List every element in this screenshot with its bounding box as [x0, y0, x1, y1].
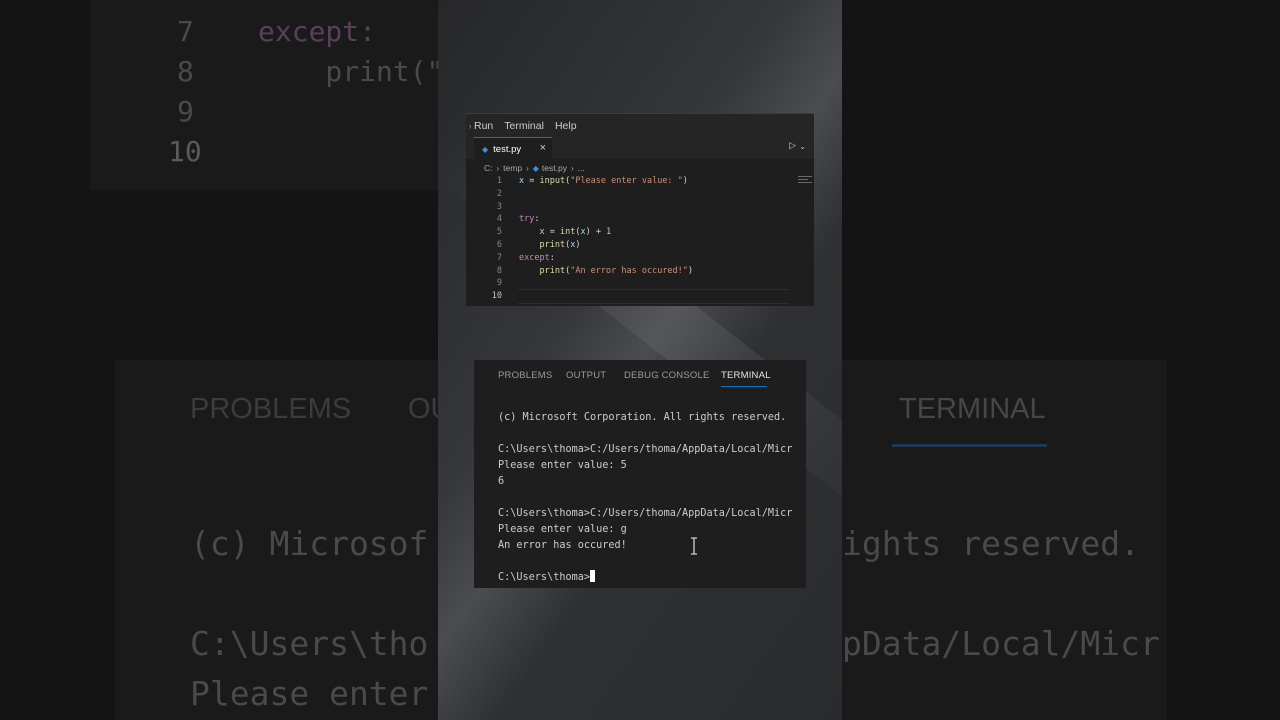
- terminal-cursor: [590, 570, 596, 582]
- line-number: 7: [496, 252, 502, 263]
- bg-line-number: 9: [177, 95, 194, 128]
- breadcrumb-file[interactable]: test.py: [542, 163, 567, 173]
- line-number: 8: [496, 265, 502, 276]
- code-line[interactable]: 4 try:: [466, 213, 814, 226]
- code-text: try:: [519, 214, 540, 225]
- background-right: TERMINAL ights reserved. pData/Local/Mic…: [842, 0, 1280, 720]
- tab-output[interactable]: OUTPUT: [566, 370, 606, 381]
- code-line[interactable]: 6 print(x): [466, 239, 814, 252]
- code-text: x = int(x) + 1: [539, 227, 612, 238]
- breadcrumb-more[interactable]: ...: [578, 163, 585, 173]
- current-line-highlight: [518, 289, 790, 305]
- chevron-right-icon: ›: [570, 163, 574, 173]
- run-icon[interactable]: ▷: [789, 141, 796, 151]
- menu-bar: › Run Terminal Help: [466, 114, 814, 137]
- code-line[interactable]: 10: [466, 289, 814, 305]
- code-line[interactable]: 2: [466, 188, 814, 201]
- tab-test-py[interactable]: ◆ test.py ×: [474, 137, 552, 160]
- line-number: 6: [496, 239, 502, 250]
- menu-help[interactable]: Help: [555, 120, 577, 132]
- code-text: print(x): [539, 239, 581, 250]
- breadcrumb: C: › temp › ◆ test.py › ...: [484, 161, 585, 175]
- line-number: 10: [491, 291, 502, 302]
- chevron-left-icon: ›: [468, 120, 472, 131]
- line-number: 5: [496, 227, 502, 238]
- bg-terminal-line: Please enter: [190, 674, 429, 713]
- python-file-icon: ◆: [482, 144, 489, 154]
- terminal-output[interactable]: (c) Microsoft Corporation. All rights re…: [498, 410, 806, 586]
- breadcrumb-folder[interactable]: temp: [503, 163, 522, 173]
- code-text: x = input("Please enter value: "): [519, 176, 688, 186]
- bg-panel-tab: OU: [408, 393, 438, 425]
- menu-terminal[interactable]: Terminal: [504, 120, 544, 132]
- code-text: except:: [519, 252, 555, 263]
- active-tab-indicator: [721, 386, 767, 387]
- chevron-right-icon: ›: [496, 163, 500, 173]
- close-icon[interactable]: ×: [540, 142, 546, 154]
- code-line[interactable]: 3: [466, 201, 814, 214]
- python-file-icon: ◆: [532, 163, 539, 173]
- tab-debug-console[interactable]: DEBUG CONSOLE: [624, 370, 709, 381]
- code-text: print("An error has occured!"): [539, 265, 694, 276]
- bg-code-line: except:: [258, 15, 377, 48]
- bg-line-number: 7: [177, 15, 194, 48]
- breadcrumb-drive[interactable]: C:: [484, 163, 493, 173]
- line-number: 3: [496, 201, 502, 212]
- code-line[interactable]: 1 x = input("Please enter value: "): [466, 175, 814, 188]
- bg-terminal-line: pData/Local/Micr: [842, 624, 1160, 663]
- text-cursor-icon: [691, 537, 697, 555]
- background-left: 7 except: 8 print("A 9 10 PROBLEMS OU (c…: [0, 0, 438, 720]
- terminal-line: Please enter value: 5: [498, 460, 627, 471]
- chevron-down-icon[interactable]: ⌄: [799, 142, 806, 151]
- bg-terminal-line: ights reserved.: [842, 524, 1141, 563]
- tab-label: test.py: [493, 143, 522, 155]
- bg-panel-tab: TERMINAL: [899, 393, 1046, 425]
- terminal-line: (c) Microsoft Corporation. All rights re…: [498, 412, 787, 423]
- terminal-line: C:\Users\thoma>C:/Users/thoma/AppData/Lo…: [498, 444, 793, 455]
- tab-terminal[interactable]: TERMINAL: [721, 370, 771, 381]
- bg-panel-tab: PROBLEMS: [190, 393, 352, 425]
- bg-line-number: 8: [177, 55, 194, 88]
- terminal-line: C:\Users\thoma>C:/Users/thoma/AppData/Lo…: [498, 508, 793, 519]
- bg-code-line: print("A: [325, 55, 438, 88]
- bg-terminal-line: C:\Users\tho: [190, 624, 429, 663]
- code-editor[interactable]: 1 x = input("Please enter value: ") 2 3 4 try…: [466, 175, 814, 305]
- code-line[interactable]: 8 print("An error has occured!"): [466, 265, 814, 278]
- terminal-line: C:\Users\thoma>: [498, 570, 806, 586]
- code-line[interactable]: 5 x = int(x) + 1: [466, 226, 814, 239]
- line-number: 2: [496, 188, 502, 199]
- terminal-line: 6: [498, 476, 505, 487]
- terminal-line: Please enter value: g: [498, 524, 627, 535]
- bottom-panel: PROBLEMS OUTPUT DEBUG CONSOLE TERMINAL (…: [474, 360, 806, 588]
- tab-problems[interactable]: PROBLEMS: [498, 370, 552, 381]
- line-number: 1: [496, 176, 502, 186]
- panel-tabs: PROBLEMS OUTPUT DEBUG CONSOLE TERMINAL: [474, 360, 806, 390]
- bg-terminal-line: (c) Microsof: [190, 524, 429, 563]
- editor-window: › Run Terminal Help ◆ test.py × ▷ ⌄ C: ›…: [466, 113, 814, 306]
- line-number: 4: [496, 214, 502, 225]
- menu-run[interactable]: Run: [474, 120, 493, 132]
- chevron-right-icon: ›: [526, 163, 529, 173]
- terminal-line: An error has occured!: [498, 540, 627, 551]
- line-number: 9: [496, 278, 502, 289]
- bg-tab-underline: [892, 444, 1047, 447]
- bg-line-number: 10: [168, 135, 202, 168]
- code-line[interactable]: 7 except:: [466, 252, 814, 265]
- editor-tab-bar: ◆ test.py × ▷ ⌄: [466, 137, 814, 160]
